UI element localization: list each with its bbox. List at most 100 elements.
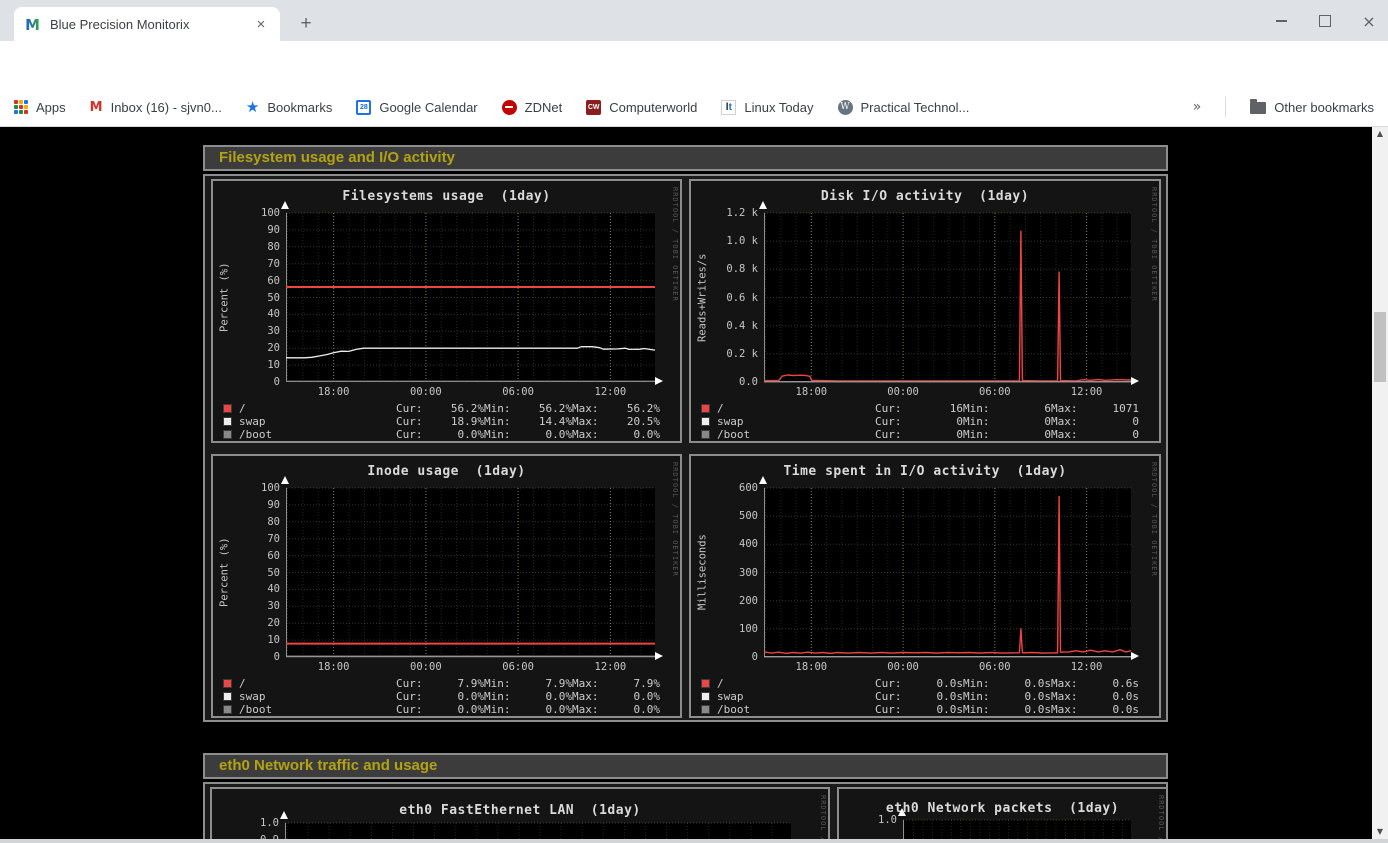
legend-min-value: Min:0.0% [484, 703, 572, 716]
scroll-down-icon[interactable]: ▼ [1372, 825, 1388, 839]
legend-max-value: Max:0.0s [1051, 690, 1139, 703]
legend-swatch [223, 692, 232, 701]
legend-cur-value: Cur:0.0% [396, 428, 484, 441]
x-tick-label: 00:00 [402, 386, 450, 398]
other-bookmarks[interactable]: Other bookmarks [1250, 100, 1374, 115]
legend-row: swapCur:0Min:0Max:0 [701, 415, 1139, 428]
chart-legend: /Cur:7.9%Min:7.9%Max:7.9%swapCur:0.0%Min… [223, 677, 660, 716]
legend-max-value: Max:1071 [1051, 402, 1139, 415]
bookmarks-overflow-icon[interactable]: » [1193, 99, 1202, 115]
y-tick-label: 30 [222, 600, 280, 612]
linux-today-icon: lt [721, 100, 736, 115]
tab-close-icon[interactable]: × [252, 16, 270, 33]
axis-arrow-up-icon [281, 476, 289, 484]
axis-arrow-right-icon [1131, 652, 1139, 660]
legend-cur-value: Cur:0.0s [875, 703, 963, 716]
x-tick-label: 06:00 [494, 661, 542, 673]
y-tick-label: 100 [700, 623, 758, 635]
legend-row: /Cur:7.9%Min:7.9%Max:7.9% [223, 677, 660, 690]
bookmark-google-calendar[interactable]: 28 Google Calendar [356, 100, 477, 115]
section-header-network: eth0 Network traffic and usage [203, 753, 1168, 779]
axis-arrow-right-icon [1131, 377, 1139, 385]
zdnet-icon [502, 100, 517, 115]
x-tick-label: 18:00 [787, 386, 835, 398]
y-tick-label: 20 [222, 617, 280, 629]
y-tick-label: 100 [222, 207, 280, 219]
graph-panel-filesystems-usage[interactable]: Filesystems usage (1day)RRDTOOL / TOBI O… [211, 179, 682, 443]
legend-row: /Cur:0.0sMin:0.0sMax:0.6s [701, 677, 1139, 690]
y-tick-label: 90 [222, 224, 280, 236]
legend-row: /bootCur:0.0%Min:0.0%Max:0.0% [223, 703, 660, 716]
rrdtool-watermark: RRDTOOL / TOBI OETIKER [1150, 462, 1158, 577]
x-tick-label: 18:00 [310, 386, 358, 398]
bookmark-linux-today[interactable]: lt Linux Today [721, 100, 813, 115]
legend-swatch [223, 679, 232, 688]
vertical-scrollbar[interactable]: ▲ ▼ [1372, 127, 1388, 843]
axis-arrow-right-icon [655, 652, 663, 660]
scrollbar-thumb[interactable] [1374, 312, 1386, 382]
bookmark-zdnet[interactable]: ZDNet [502, 100, 563, 115]
legend-min-value: Min:0 [963, 415, 1051, 428]
legend-cur-value: Cur:56.2% [396, 402, 484, 415]
legend-max-value: Max:56.2% [572, 402, 660, 415]
new-tab-button[interactable]: + [292, 10, 320, 38]
legend-cur-value: Cur:7.9% [396, 677, 484, 690]
graph-panel-eth0-packets[interactable]: eth0 Network packets (1day)RRDTOOL / TOB… [837, 787, 1168, 843]
legend-series-name: swap [239, 690, 396, 703]
bookmark-inbox[interactable]: M Inbox (16) - sjvn0... [90, 100, 222, 115]
y-tick-label: 1.0 [221, 817, 279, 829]
legend-max-value: Max:0.0% [572, 428, 660, 441]
legend-swatch [223, 430, 232, 439]
legend-swatch [701, 417, 710, 426]
legend-series-name: swap [717, 690, 875, 703]
graph-panel-time-in-io[interactable]: Time spent in I/O activity (1day)RRDTOOL… [689, 454, 1161, 718]
rrdtool-watermark: RRDTOOL / TOBI OETIKER [671, 187, 679, 302]
svg-text:M: M [25, 16, 40, 33]
bookmarks-bar: Apps M Inbox (16) - sjvn0... ★ Bookmarks… [0, 88, 1388, 126]
legend-max-value: Max:7.9% [572, 677, 660, 690]
bookmark-apps[interactable]: Apps [14, 100, 66, 115]
y-tick-label: 0 [700, 651, 758, 663]
section-header-filesystem: Filesystem usage and I/O activity [203, 145, 1168, 171]
bookmark-computerworld[interactable]: CW Computerworld [586, 100, 697, 115]
legend-cur-value: Cur:0.0% [396, 690, 484, 703]
y-tick-label: 50 [222, 567, 280, 579]
graph-panel-eth0-lan[interactable]: eth0 FastEthernet LAN (1day)RRDTOOL / TO… [210, 787, 830, 843]
y-tick-label: 0 [222, 651, 280, 663]
window-minimize-icon[interactable] [1270, 10, 1292, 32]
y-tick-label: 70 [222, 533, 280, 545]
y-tick-label: 0 [222, 376, 280, 388]
bookmark-bookmarks[interactable]: ★ Bookmarks [246, 98, 332, 116]
window-close-icon[interactable]: × [1358, 10, 1380, 32]
tab-strip: M Blue Precision Monitorix × + × [0, 0, 1388, 41]
gmail-icon: M [90, 100, 103, 115]
graph-panel-disk-io-activity[interactable]: Disk I/O activity (1day)RRDTOOL / TOBI O… [689, 179, 1161, 443]
legend-cur-value: Cur:0 [875, 428, 963, 441]
scroll-up-icon[interactable]: ▲ [1372, 127, 1388, 141]
legend-series-name: / [239, 402, 396, 415]
folder-icon [1250, 102, 1266, 114]
legend-swatch [223, 417, 232, 426]
legend-swatch [701, 692, 710, 701]
legend-min-value: Min:56.2% [484, 402, 572, 415]
y-tick-label: 1.0 [839, 814, 897, 826]
rrdtool-watermark: RRDTOOL / TOBI OETIKER [671, 462, 679, 577]
window-maximize-icon[interactable] [1314, 10, 1336, 32]
bookmarks-divider [1225, 97, 1226, 117]
legend-min-value: Min:0 [963, 428, 1051, 441]
bookmark-practical-technology[interactable]: W Practical Technol... [838, 100, 970, 115]
legend-min-value: Min:0.0s [963, 703, 1051, 716]
rrdtool-watermark: RRDTOOL / TOBI OETIKER [1150, 187, 1158, 302]
legend-row: swapCur:18.9%Min:14.4%Max:20.5% [223, 415, 660, 428]
y-tick-label: 400 [700, 538, 758, 550]
y-tick-label: 0.6 k [700, 292, 758, 304]
y-tick-label: 600 [700, 482, 758, 494]
browser-tab[interactable]: M Blue Precision Monitorix × [14, 7, 280, 41]
browser-toolbar: ← → ↻ ⌂ i localhost:8080/monitorix-cgi/m… [0, 41, 1388, 88]
monitorix-page: Filesystem usage and I/O activity Filesy… [0, 127, 1372, 843]
x-tick-label: 12:00 [586, 386, 634, 398]
graph-panel-inode-usage[interactable]: Inode usage (1day)RRDTOOL / TOBI OETIKER… [211, 454, 682, 718]
legend-cur-value: Cur:0.0s [875, 677, 963, 690]
rrdtool-watermark: RRDTOOL / TOBI OETIKER [1157, 795, 1165, 843]
legend-max-value: Max:0 [1051, 415, 1139, 428]
